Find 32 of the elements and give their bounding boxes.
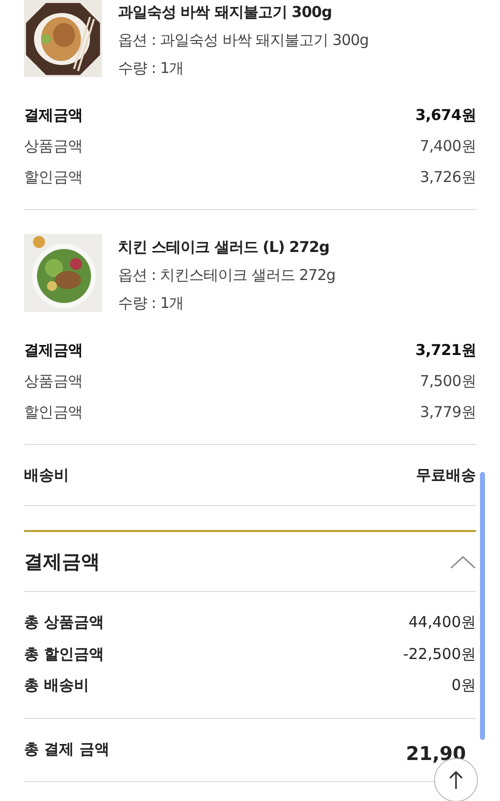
summary-label: 총 할인금액 (24, 644, 104, 664)
quantity-text: 수량 : 1개 (118, 59, 185, 78)
option-text: 옵션 : 과일숙성 바싹 돼지불고기 300g (118, 31, 369, 50)
price-label: 할인금액 (24, 403, 83, 422)
summary-value: 0원 (451, 676, 476, 696)
price-value: 3,726원 (420, 168, 476, 187)
section-title: 결제금액 (24, 550, 100, 574)
price-value: 3,674원 (415, 106, 476, 125)
price-value: 3,779원 (420, 403, 476, 422)
chevron-icon[interactable] (450, 554, 476, 570)
price-label: 상품금액 (24, 137, 83, 156)
quantity-text: 수량 : 1개 (118, 294, 185, 313)
price-label: 상품금액 (24, 372, 83, 391)
shipping-value: 무료배송 (416, 466, 476, 484)
product-title: 치킨 스테이크 샐러드 (L) 272g (118, 238, 330, 257)
shipping-label: 배송비 (24, 466, 69, 484)
scrollbar[interactable] (480, 472, 485, 740)
product-title: 과일숙성 바싹 돼지불고기 300g (118, 3, 333, 22)
price-label: 할인금액 (24, 168, 83, 187)
price-label: 결제금액 (24, 106, 83, 125)
total-value: 21,90 (406, 742, 466, 764)
summary-value: -22,500원 (403, 644, 476, 664)
summary-value: 44,400원 (408, 613, 476, 632)
arrow-up-icon (448, 770, 464, 790)
summary-label: 총 상품금액 (24, 613, 104, 632)
price-value: 7,500원 (420, 372, 476, 391)
price-label: 결제금액 (24, 341, 83, 360)
total-label: 총 결제 금액 (24, 740, 110, 759)
summary-label: 총 배송비 (24, 676, 90, 696)
price-value: 7,400원 (420, 137, 476, 156)
price-value: 3,721원 (415, 341, 476, 360)
option-text: 옵션 : 치킨스테이크 샐러드 272g (118, 266, 336, 285)
